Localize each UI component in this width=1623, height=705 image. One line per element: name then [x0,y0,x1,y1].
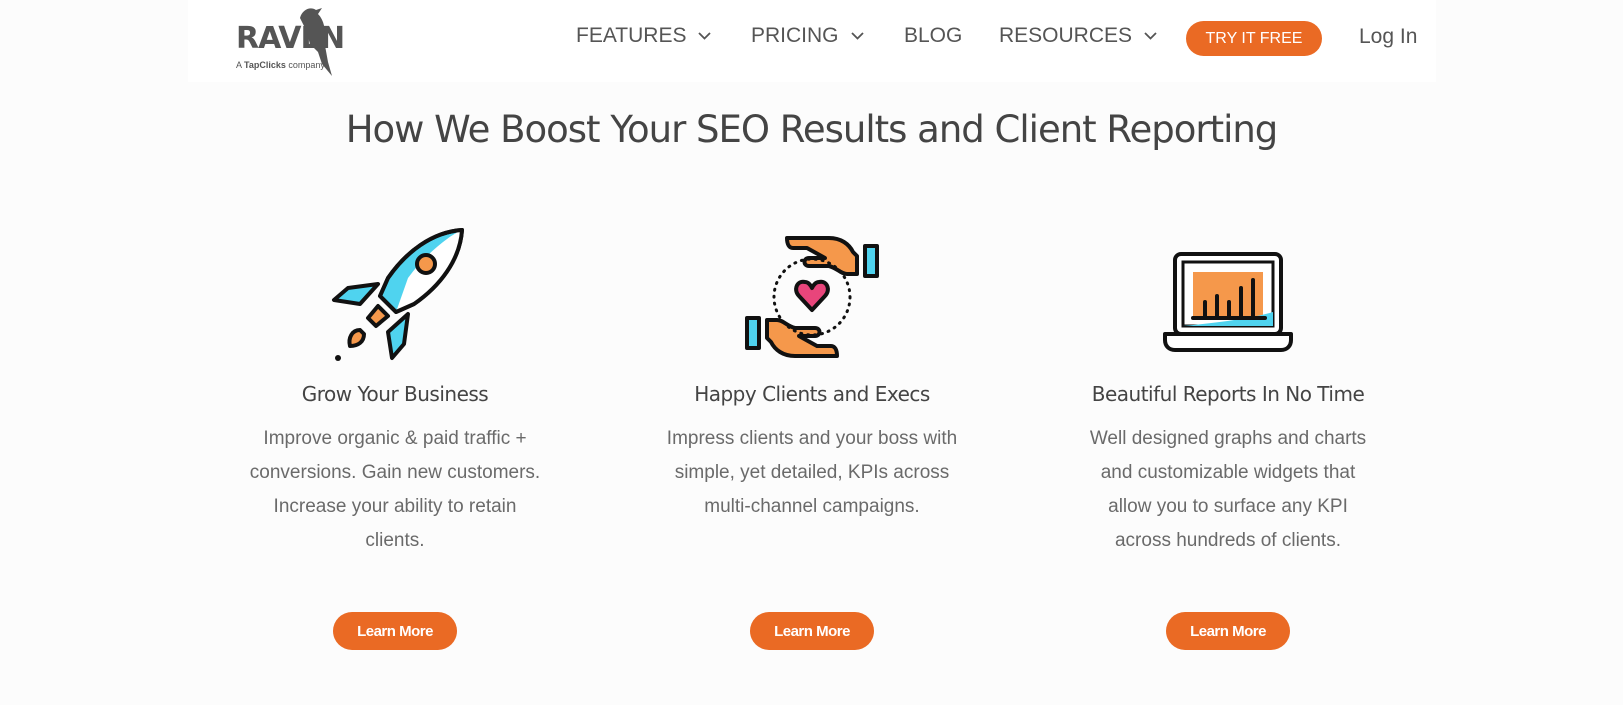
feature-description: Impress clients and your boss with simpl… [666,428,958,517]
learn-more-button[interactable]: Learn More [1166,612,1290,650]
feature-description: Well designed graphs and charts and cust… [1089,428,1367,551]
logo-tagline: A TapClicks company [236,60,325,70]
nav-blog[interactable]: BLOG [904,24,962,48]
feature-description: Improve organic & paid traffic + convers… [249,428,541,551]
nav-resources[interactable]: RESOURCES [999,24,1157,48]
learn-more-button[interactable]: Learn More [333,612,457,650]
login-link[interactable]: Log In [1359,25,1417,49]
feature-title: Happy Clients and Execs [694,382,930,406]
laptop-chart-icon [1058,222,1398,372]
chevron-down-icon [850,32,864,40]
nav-pricing[interactable]: PRICING [751,24,864,48]
feature-title: Grow Your Business [301,382,489,406]
feature-card: Happy Clients and Execs Impress clients … [642,222,982,524]
raven-logo[interactable]: RAVEN A TapClicks company [236,4,346,78]
feature-card: Beautiful Reports In No Time Well design… [1058,222,1398,558]
site-header: RAVEN A TapClicks company FEATURES PRICI… [188,0,1436,82]
chevron-down-icon [698,32,712,40]
feature-title: Beautiful Reports In No Time [1091,382,1365,406]
feature-card: Grow Your Business Improve organic & pai… [225,222,565,558]
nav-features[interactable]: FEATURES [576,24,712,48]
page-title: How We Boost Your SEO Results and Client… [345,108,1279,151]
rocket-icon [225,222,565,372]
chevron-down-icon [1144,32,1157,40]
learn-more-button[interactable]: Learn More [750,612,874,650]
hands-heart-icon [642,222,982,372]
try-it-free-button[interactable]: TRY IT FREE [1186,21,1322,56]
